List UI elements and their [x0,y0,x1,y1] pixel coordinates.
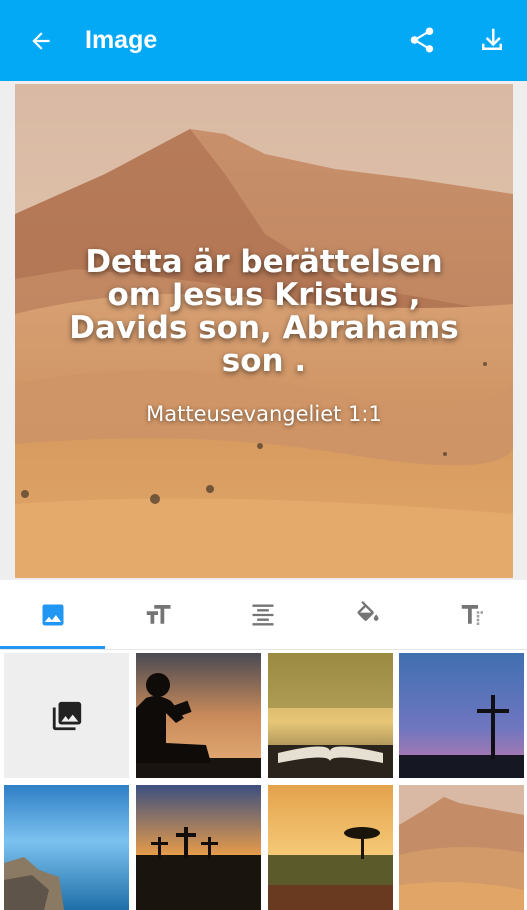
background-thumbnail[interactable] [136,785,261,910]
rocky-sea-shore-image [4,785,129,910]
cross-on-hill-image [399,653,524,778]
background-thumbnail[interactable] [399,785,524,910]
share-button[interactable] [402,20,442,60]
savanna-tree-sunset-image [268,785,393,910]
three-crosses-sunset-image [136,785,261,910]
verse-reference: Matteusevangeliet 1:1 [146,402,382,426]
preview-area: Detta är berättelsen om Jesus Kristus , … [0,81,527,580]
photo-library-icon [52,701,81,730]
editor-tab-bar [0,580,527,649]
font-size-icon [146,604,170,624]
tab-fill-color[interactable] [315,580,420,649]
arrow-back-icon [32,32,50,50]
desert-dunes-image [399,785,524,910]
background-thumbnail[interactable] [136,653,261,778]
app-bar: Image [0,0,527,81]
background-gallery [0,650,527,910]
download-button[interactable] [472,20,512,60]
pick-from-gallery-button[interactable] [4,653,129,778]
background-thumbnail[interactable] [399,653,524,778]
tab-image[interactable] [0,580,105,649]
open-book-lake-image [268,653,393,778]
tab-text-format[interactable] [420,580,525,649]
tab-align[interactable] [210,580,315,649]
verse-image-preview[interactable]: Detta är berättelsen om Jesus Kristus , … [15,84,513,578]
silhouette-reading-image [136,653,261,778]
verse-text: Detta är berättelsen om Jesus Kristus , … [69,244,459,379]
background-thumbnail[interactable] [268,653,393,778]
download-icon [482,28,502,50]
background-thumbnail[interactable] [4,785,129,910]
fill-color-icon [356,600,378,621]
align-center-icon [252,604,273,625]
back-button[interactable] [22,22,60,60]
share-icon [410,27,434,53]
image-tab-icon [42,604,63,625]
text-format-icon [461,604,483,625]
background-thumbnail[interactable] [268,785,393,910]
tab-font-size[interactable] [105,580,210,649]
page-title: Image [85,26,158,54]
